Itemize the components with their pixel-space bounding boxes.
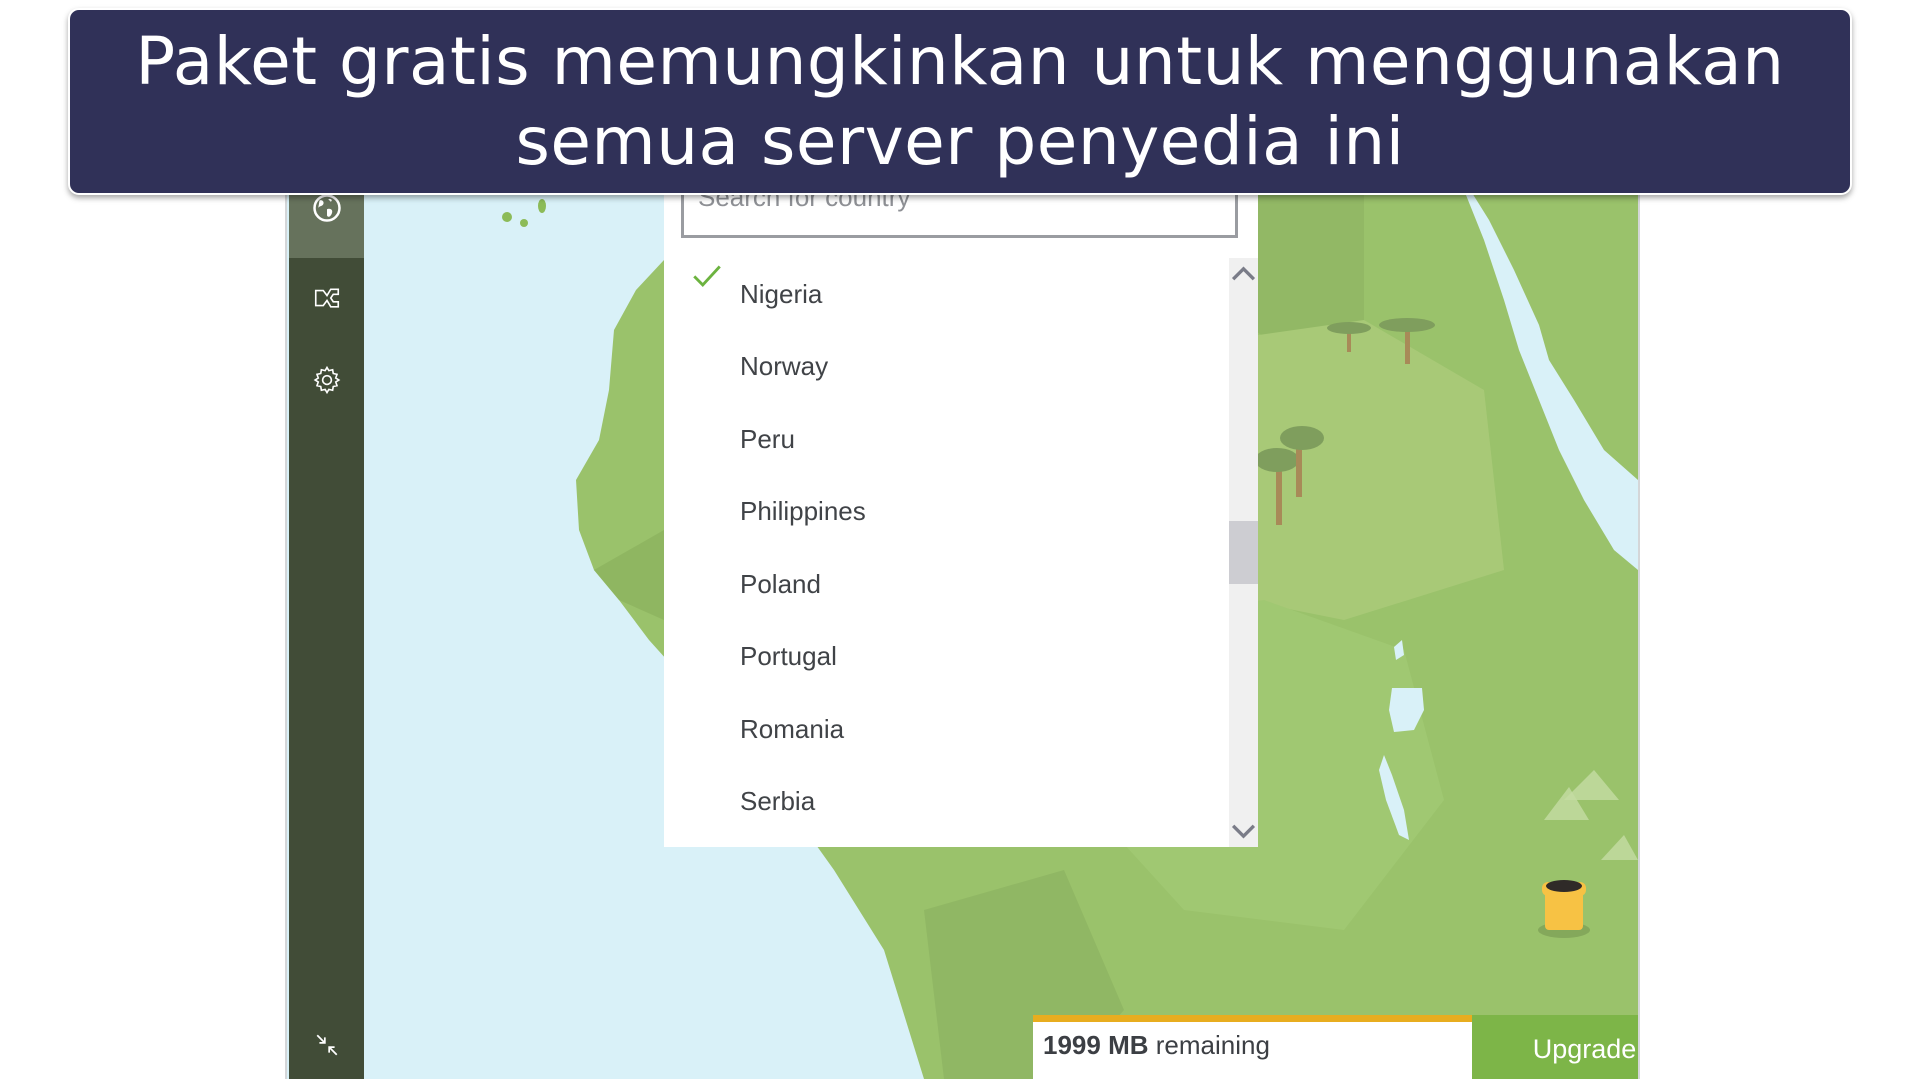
data-remaining-text: 1999 MB remaining: [1043, 1030, 1270, 1061]
scroll-up-button[interactable]: [1229, 258, 1258, 288]
country-label: Poland: [740, 568, 821, 599]
checkmark-icon: [693, 265, 721, 287]
country-item-romania[interactable]: Romania: [664, 693, 1229, 766]
island: [520, 219, 528, 227]
country-item-nigeria[interactable]: Nigeria: [664, 258, 1229, 331]
banner-title: Paket gratis memungkinkan untuk mengguna…: [135, 22, 1784, 182]
world-map[interactable]: Nigeria Norway Peru Philippines Poland P…: [364, 150, 1638, 1079]
sidebar-item-split-tunneling[interactable]: [289, 263, 364, 333]
minimize-icon: [316, 1034, 337, 1056]
minimize-button[interactable]: [289, 1010, 364, 1079]
country-label: Peru: [740, 423, 795, 454]
scroll-thumb[interactable]: [1229, 520, 1258, 585]
country-label: Serbia: [740, 786, 816, 817]
country-item-poland[interactable]: Poland: [664, 548, 1229, 621]
country-item-philippines[interactable]: Philippines: [664, 476, 1229, 549]
sidebar: [289, 150, 364, 1079]
app-window: Nigeria Norway Peru Philippines Poland P…: [285, 150, 1640, 1079]
split-tunnel-icon: [314, 288, 339, 308]
caption-banner: Paket gratis memungkinkan untuk mengguna…: [68, 8, 1852, 195]
country-label: Nigeria: [740, 278, 823, 309]
tunnel-icon: [1538, 880, 1590, 938]
island: [502, 212, 512, 222]
country-item-norway[interactable]: Norway: [664, 331, 1229, 404]
list-scrollbar[interactable]: [1229, 258, 1258, 847]
country-label: Romania: [740, 713, 845, 744]
data-amount: 1999 MB: [1043, 1030, 1149, 1060]
banner-line-2: semua server penyedia ini: [515, 102, 1405, 180]
country-label: Norway: [740, 351, 829, 382]
country-label: Portugal: [740, 641, 837, 672]
chevron-up-icon: [1231, 266, 1256, 281]
country-item-portugal[interactable]: Portugal: [664, 621, 1229, 694]
scroll-down-button[interactable]: [1229, 817, 1258, 847]
gear-icon: [313, 365, 340, 395]
upgrade-button[interactable]: Upgrade: [1472, 1015, 1638, 1079]
globe-icon: [312, 194, 341, 222]
country-list: Nigeria Norway Peru Philippines Poland P…: [664, 258, 1229, 838]
data-progress-fill: [1033, 1015, 1472, 1022]
island: [538, 199, 546, 213]
country-dropdown: Nigeria Norway Peru Philippines Poland P…: [664, 150, 1258, 847]
country-label: Philippines: [740, 496, 866, 527]
chevron-down-icon: [1231, 824, 1256, 839]
data-suffix: remaining: [1155, 1030, 1270, 1060]
country-item-peru[interactable]: Peru: [664, 403, 1229, 476]
data-remaining-bar: 1999 MB remaining: [1033, 1015, 1472, 1079]
banner-line-1: Paket gratis memungkinkan untuk mengguna…: [135, 22, 1785, 100]
sidebar-item-settings[interactable]: [289, 345, 364, 415]
country-item-serbia[interactable]: Serbia: [664, 766, 1229, 839]
